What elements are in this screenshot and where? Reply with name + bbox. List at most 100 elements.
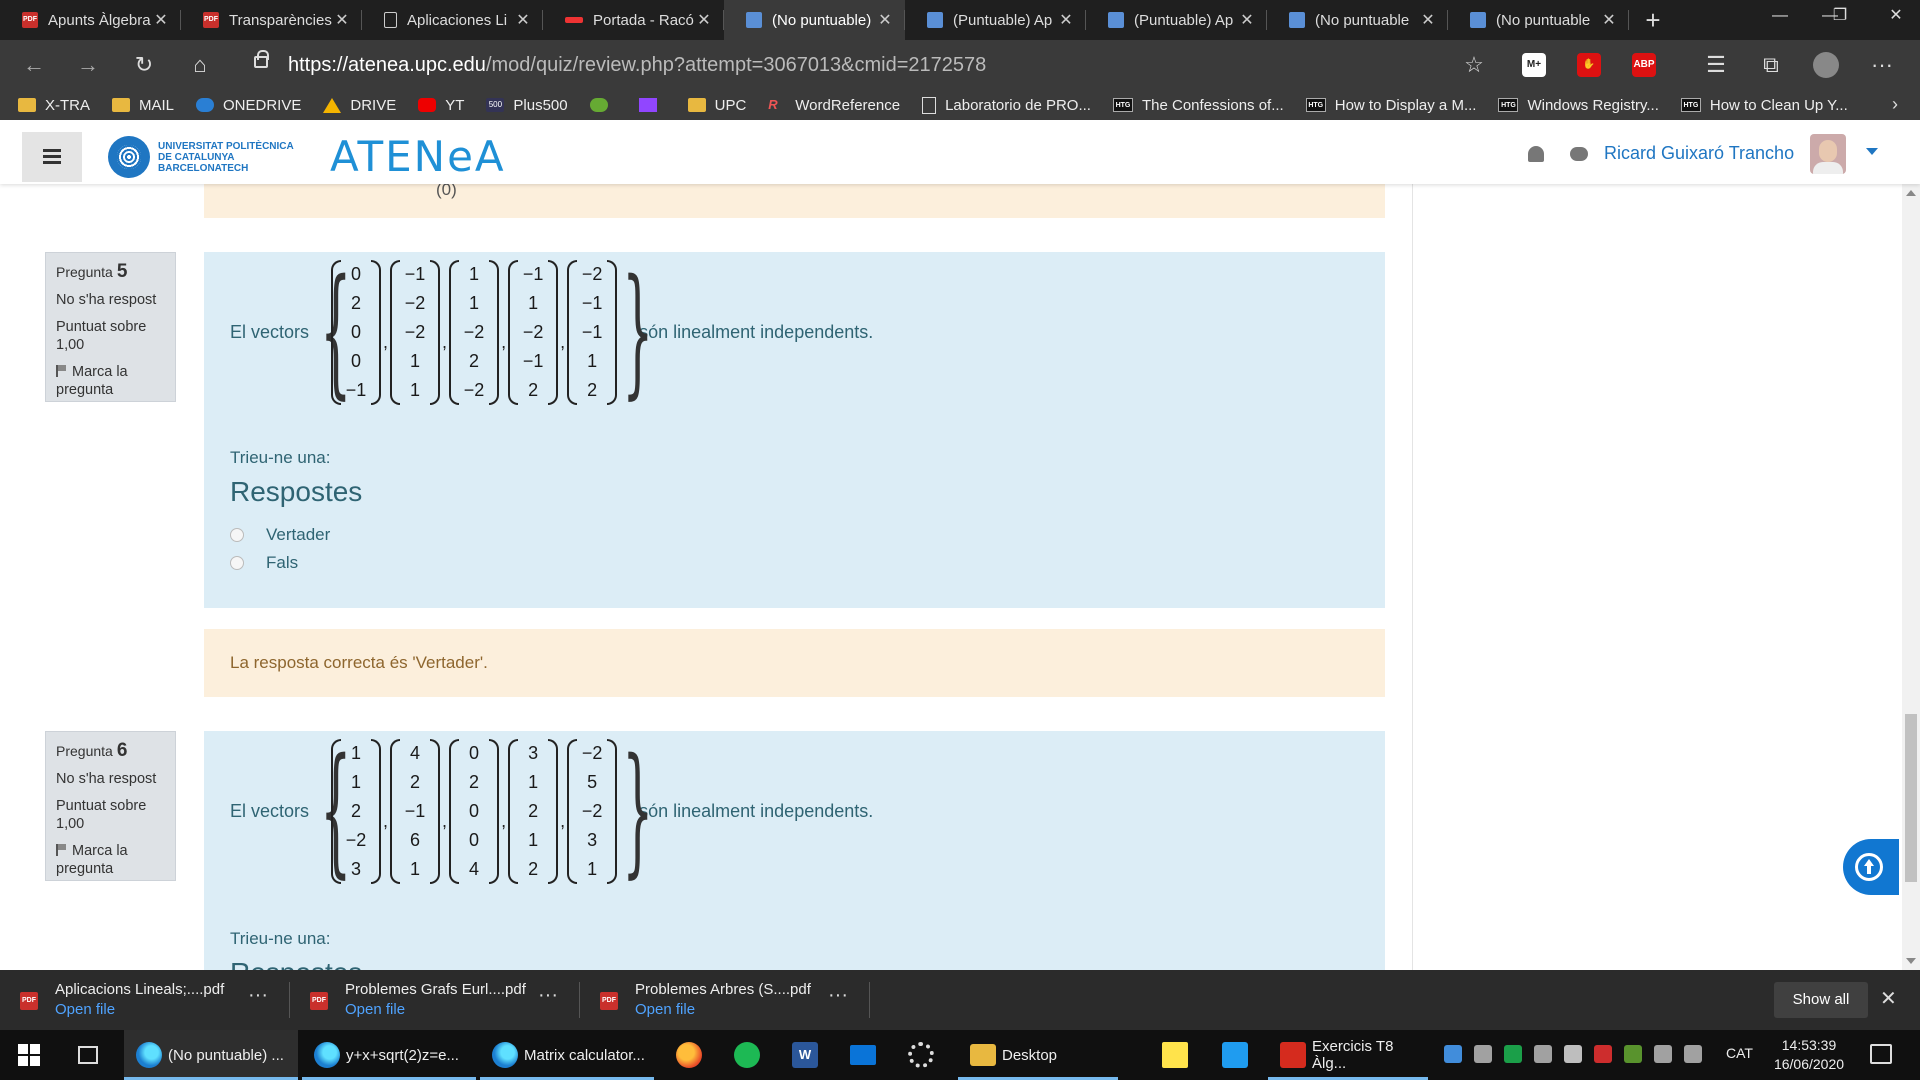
bookmarks-overflow-button[interactable]: ›: [1892, 94, 1898, 115]
windows-start-button[interactable]: [18, 1044, 40, 1066]
user-avatar[interactable]: [1810, 134, 1846, 174]
action-center-icon[interactable]: [1870, 1044, 1892, 1064]
bookmark-item[interactable]: HTG How to Display a M...: [1305, 97, 1476, 114]
word-taskbar-button[interactable]: W: [780, 1030, 834, 1080]
browser-tab[interactable]: (Puntuable) Ap ✕: [1086, 0, 1267, 40]
user-menu-caret-icon[interactable]: [1866, 148, 1878, 155]
settings-menu-button[interactable]: ···: [1866, 50, 1898, 80]
profile-avatar[interactable]: [1810, 50, 1842, 80]
browser-tab[interactable]: (No puntuable) ✕: [724, 0, 905, 40]
tab-close-icon[interactable]: ✕: [1237, 10, 1257, 30]
flag-question-link[interactable]: Marca la pregunta: [56, 363, 165, 399]
reload-button[interactable]: ↻: [128, 50, 160, 80]
bluetooth-icon[interactable]: [1444, 1045, 1462, 1063]
extension-icon[interactable]: ✋: [1577, 53, 1601, 77]
open-file-link[interactable]: Open file: [635, 1001, 695, 1018]
option-vertader[interactable]: Vertader: [230, 525, 330, 545]
home-button[interactable]: ⌂: [184, 50, 216, 80]
bookmark-item[interactable]: DRIVE: [323, 97, 396, 114]
maximize-window-button[interactable]: ❐: [1810, 0, 1870, 32]
bookmark-item[interactable]: 500 Plus500: [486, 97, 568, 114]
input-language[interactable]: CAT: [1726, 1045, 1753, 1061]
bookmark-item[interactable]: HTG Windows Registry...: [1498, 97, 1659, 114]
settings-taskbar-button[interactable]: [896, 1030, 950, 1080]
show-all-downloads-button[interactable]: Show all: [1774, 982, 1868, 1018]
extension-icon[interactable]: M+: [1522, 53, 1546, 77]
scroll-up-arrow-icon[interactable]: [1906, 190, 1916, 196]
browser-tab[interactable]: (No puntuable ✕: [1448, 0, 1629, 40]
flag-question-link[interactable]: Marca la pregunta: [56, 842, 165, 878]
spotify-taskbar-button[interactable]: [722, 1030, 776, 1080]
page-scrollbar[interactable]: [1902, 184, 1920, 970]
bookmark-item[interactable]: YT: [418, 97, 464, 114]
mail-taskbar-button[interactable]: [838, 1030, 892, 1080]
minimize-window-button[interactable]: —: [1750, 0, 1810, 32]
upc-logo[interactable]: UNIVERSITAT POLITÈCNICA DE CATALUNYA BAR…: [108, 136, 294, 178]
tab-close-icon[interactable]: ✕: [1056, 10, 1076, 30]
open-file-link[interactable]: Open file: [345, 1001, 405, 1018]
bookmark-item[interactable]: ONEDRIVE: [196, 97, 301, 114]
atenea-logo[interactable]: ATENeA: [330, 132, 506, 181]
radio-button[interactable]: [230, 556, 244, 570]
display-icon[interactable]: [1474, 1045, 1492, 1063]
menu-toggle-button[interactable]: [22, 132, 82, 182]
system-clock[interactable]: 14:53:39 16/06/2020: [1769, 1036, 1849, 1074]
bookmark-item[interactable]: [638, 98, 666, 112]
volume-icon[interactable]: [1654, 1045, 1672, 1063]
option-fals[interactable]: Fals: [230, 553, 298, 573]
vscode-taskbar-button[interactable]: [1210, 1030, 1264, 1080]
file-explorer-taskbar-button[interactable]: Desktop: [958, 1030, 1118, 1080]
bookmark-item[interactable]: [589, 98, 617, 112]
task-view-icon[interactable]: [78, 1046, 98, 1064]
tab-close-icon[interactable]: ✕: [1418, 10, 1438, 30]
bookmark-item[interactable]: X-TRA: [18, 97, 90, 114]
download-item[interactable]: PDF Aplicacions Lineals;....pdf Open file ·…: [0, 970, 290, 1030]
favorites-icon[interactable]: ☰: [1700, 50, 1732, 80]
scroll-down-arrow-icon[interactable]: [1906, 958, 1916, 964]
bookmark-item[interactable]: R WordReference: [768, 97, 900, 114]
tab-close-icon[interactable]: ✕: [694, 10, 714, 30]
url-field[interactable]: https://atenea.upc.edu/mod/quiz/review.p…: [244, 46, 1494, 84]
browser-tab[interactable]: PDF Transparències ✕: [181, 0, 362, 40]
scrollbar-thumb[interactable]: [1905, 714, 1917, 882]
spotify-tray-icon[interactable]: [1504, 1045, 1522, 1063]
bell-icon[interactable]: [1528, 146, 1544, 162]
acrobat-taskbar-button[interactable]: Exercicis T8 Àlg...: [1268, 1030, 1428, 1080]
download-more-options-icon[interactable]: ···: [248, 984, 268, 1007]
bookmark-item[interactable]: HTG How to Clean Up Y...: [1680, 97, 1848, 114]
browser-tab[interactable]: Portada - Racó ✕: [543, 0, 724, 40]
chat-icon[interactable]: [1570, 147, 1588, 161]
download-item[interactable]: PDF Problemes Arbres (S....pdf Open file ··…: [580, 970, 870, 1030]
taskbar-window-button[interactable]: Matrix calculator...: [480, 1030, 654, 1080]
collections-icon[interactable]: ⧉: [1755, 50, 1787, 80]
browser-tab[interactable]: PDF Apunts Àlgebra ✕: [0, 0, 181, 40]
back-button[interactable]: ←: [18, 50, 50, 80]
user-name[interactable]: Ricard Guixaró Trancho: [1604, 143, 1794, 164]
onedrive-icon[interactable]: [1564, 1045, 1582, 1063]
back-to-top-button[interactable]: [1843, 839, 1899, 895]
download-item[interactable]: PDF Problemes Grafs Eurl....pdf Open file ·…: [290, 970, 580, 1030]
sticky-notes-taskbar-button[interactable]: [1150, 1030, 1204, 1080]
tab-close-icon[interactable]: ✕: [875, 10, 895, 30]
extension-icon[interactable]: ABP: [1632, 53, 1656, 77]
tab-close-icon[interactable]: ✕: [332, 10, 352, 30]
bookmark-item[interactable]: UPC: [687, 97, 746, 114]
bookmark-item[interactable]: Laboratorio de PRO...: [922, 96, 1091, 114]
forward-button[interactable]: →: [72, 50, 104, 80]
phone-icon[interactable]: [1534, 1045, 1552, 1063]
close-window-button[interactable]: ✕: [1866, 0, 1920, 32]
new-tab-button[interactable]: +: [1629, 0, 1677, 40]
open-file-link[interactable]: Open file: [55, 1001, 115, 1018]
close-downloads-bar-button[interactable]: ✕: [1880, 986, 1897, 1011]
download-more-options-icon[interactable]: ···: [538, 984, 558, 1007]
bookmark-item[interactable]: HTG The Confessions of...: [1112, 97, 1284, 114]
taskbar-window-button[interactable]: y+x+sqrt(2)z=e...: [302, 1030, 476, 1080]
browser-tab[interactable]: (No puntuable ✕: [1267, 0, 1448, 40]
browser-tab[interactable]: Aplicaciones Li ✕: [362, 0, 543, 40]
download-more-options-icon[interactable]: ···: [828, 984, 848, 1007]
firefox-taskbar-button[interactable]: [664, 1030, 718, 1080]
bookmark-item[interactable]: MAIL: [112, 97, 174, 114]
browser-tab[interactable]: (Puntuable) Ap ✕: [905, 0, 1086, 40]
radio-button[interactable]: [230, 528, 244, 542]
pen-icon[interactable]: [1684, 1045, 1702, 1063]
